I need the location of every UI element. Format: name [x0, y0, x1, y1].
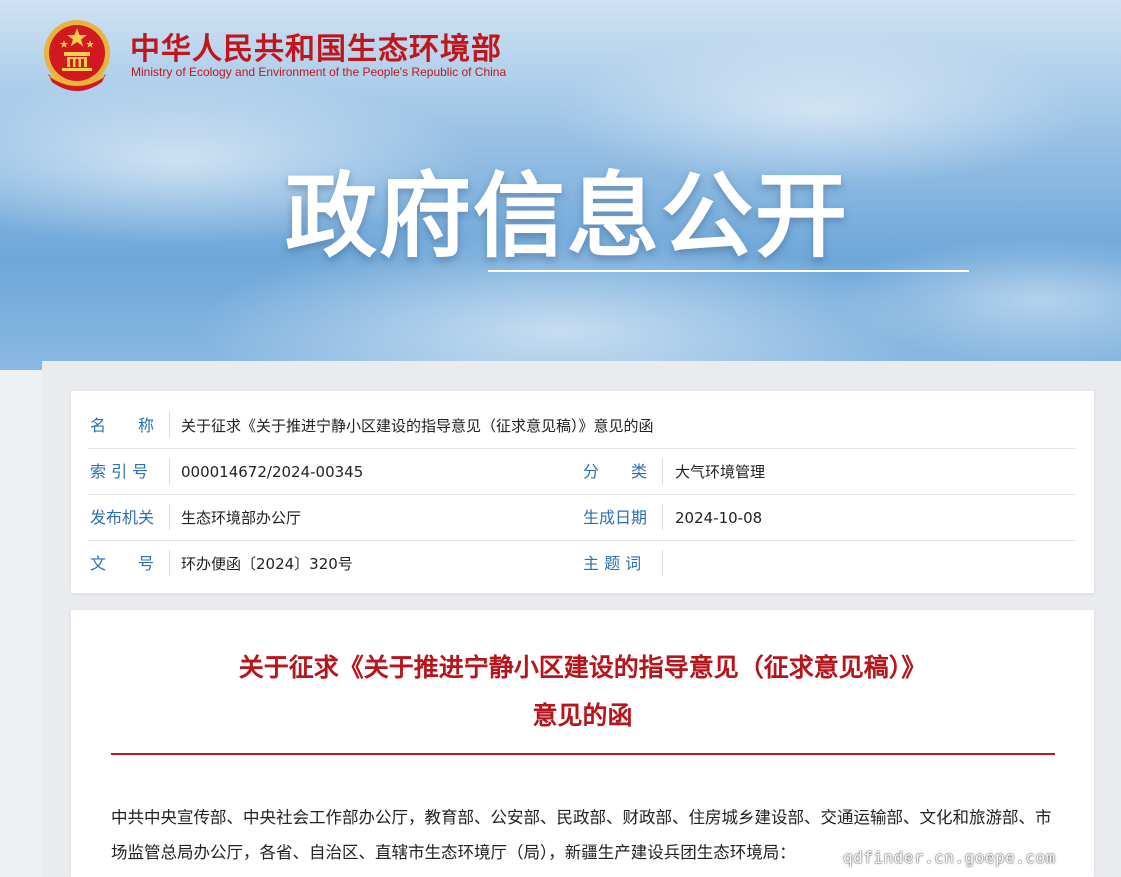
meta-separator: [169, 412, 170, 438]
title-divider: [111, 753, 1055, 755]
org-name-en: Ministry of Ecology and Environment of t…: [131, 65, 507, 79]
meta-docno-value: 环办便函〔2024〕320号: [181, 555, 353, 573]
document-content-card: 关于征求《关于推进宁静小区建设的指导意见（征求意见稿）》 意见的函 中共中央宣传…: [71, 610, 1094, 877]
meta-separator: [662, 550, 663, 576]
document-title-line1: 关于征求《关于推进宁静小区建设的指导意见（征求意见稿）》: [238, 653, 927, 682]
header-banner: 中华人民共和国生态环境部 Ministry of Ecology and Env…: [0, 0, 1121, 370]
national-emblem-icon: [44, 20, 110, 91]
meta-separator: [662, 458, 663, 484]
meta-category-label: 分 类: [583, 462, 648, 481]
meta-issuer-label: 发布机关: [90, 508, 155, 527]
meta-index-value: 000014672/2024-00345: [181, 463, 364, 481]
banner-underline: [488, 270, 969, 272]
meta-docno-label: 文 号: [90, 554, 155, 573]
meta-name-value: 关于征求《关于推进宁静小区建设的指导意见（征求意见稿）》意见的函: [181, 417, 654, 435]
meta-date-label: 生成日期: [583, 508, 648, 527]
meta-keywords-label: 主 题 词: [583, 554, 642, 573]
meta-row-issuer: 发布机关 生态环境部办公厅 生成日期 2024-10-08: [88, 494, 1076, 541]
org-name-cn: 中华人民共和国生态环境部: [130, 32, 502, 67]
watermark-text: qdfinder.cn.goepe.com: [843, 848, 1056, 867]
meta-separator: [169, 458, 170, 484]
meta-row-docno: 文 号 环办便函〔2024〕320号 主 题 词: [88, 540, 1076, 586]
document-metadata-card: 名 称 关于征求《关于推进宁静小区建设的指导意见（征求意见稿）》意见的函 索 引…: [71, 391, 1094, 593]
meta-separator: [662, 504, 663, 530]
meta-separator: [169, 550, 170, 576]
meta-index-label: 索 引 号: [90, 462, 149, 481]
banner-title: 政府信息公开: [285, 163, 850, 270]
meta-row-name: 名 称 关于征求《关于推进宁静小区建设的指导意见（征求意见稿）》意见的函: [88, 402, 1076, 449]
meta-separator: [169, 504, 170, 530]
meta-row-index: 索 引 号 000014672/2024-00345 分 类 大气环境管理: [88, 448, 1076, 495]
meta-issuer-value: 生态环境部办公厅: [181, 509, 302, 527]
meta-name-label: 名 称: [90, 416, 155, 435]
document-title-line2: 意见的函: [532, 701, 633, 730]
meta-category-value: 大气环境管理: [675, 463, 766, 481]
meta-date-value: 2024-10-08: [675, 509, 763, 527]
